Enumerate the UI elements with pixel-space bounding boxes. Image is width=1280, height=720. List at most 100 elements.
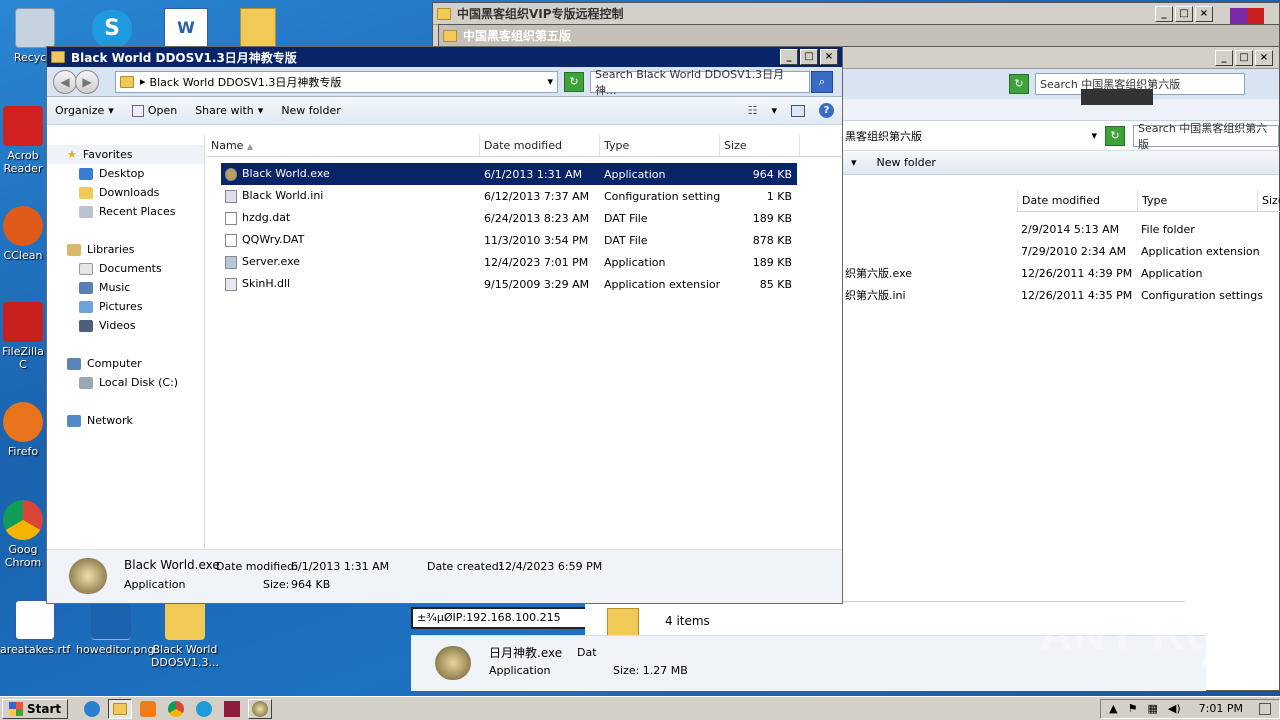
acrobat-icon [3, 106, 43, 146]
address-field[interactable]: ▸ Black World DDOSV1.3日月神教专版 ▾ [115, 70, 558, 93]
breadcrumb[interactable]: 黑客组织第六版 [845, 128, 922, 144]
search-input[interactable]: Search Black World DDOSV1.3日月神... ⌕ [590, 68, 833, 97]
network-icon[interactable]: ▦ [1148, 702, 1158, 715]
preview-pane-icon[interactable] [791, 104, 805, 117]
edge-icon[interactable] [192, 699, 216, 719]
search-input[interactable]: Search 中国黑客组织第六版 [1133, 122, 1279, 151]
show-desktop-icon[interactable] [1259, 702, 1271, 715]
music-icon [79, 281, 93, 294]
explorer-window: Black World DDOSV1.3日月神教专版 _ □ × ◀ ▶ ▸ B… [46, 46, 843, 604]
window-titlebar[interactable]: Black World DDOSV1.3日月神教专版 _ □ × [47, 47, 842, 67]
desktop-icon-howeditor[interactable]: howeditor.png [76, 600, 155, 656]
chevron-down-icon[interactable]: ▾ [1091, 129, 1097, 142]
chrome-icon[interactable] [164, 699, 188, 719]
nav-item-music[interactable]: Music [47, 278, 204, 297]
maximize-button[interactable]: □ [1235, 49, 1253, 66]
detail-modified-value: 6/1/2013 1:31 AM [291, 560, 390, 573]
new-folder-button[interactable]: New folder [281, 104, 340, 117]
column-header-date[interactable]: Date modified [480, 135, 600, 156]
window-titlebar[interactable]: 中国黑客组织第五版 [439, 25, 1279, 47]
nav-label: Music [99, 281, 131, 294]
refresh-icon[interactable]: ↻ [1009, 74, 1029, 94]
file-row-qqwry-dat[interactable]: QQWry.DAT 11/3/2010 3:54 PM DAT File 878… [221, 229, 797, 251]
winrar-icon[interactable] [220, 699, 244, 719]
minimize-button[interactable]: _ [1215, 49, 1233, 66]
nav-item-recent-places[interactable]: Recent Places [47, 202, 204, 221]
new-folder-button[interactable]: New folder [877, 156, 936, 169]
close-button[interactable]: × [1255, 49, 1273, 66]
close-button[interactable]: × [1195, 5, 1213, 22]
column-header-date[interactable]: Date modified [1017, 190, 1137, 211]
nav-item-network[interactable]: Network [47, 411, 204, 430]
nav-item-libraries[interactable]: Libraries [47, 240, 204, 259]
media-player-icon[interactable] [136, 699, 160, 719]
forward-button[interactable]: ▶ [75, 69, 99, 94]
nav-item-desktop[interactable]: Desktop [47, 164, 204, 183]
column-header-size[interactable]: Size [720, 135, 800, 156]
nav-item-pictures[interactable]: Pictures [47, 297, 204, 316]
organize-button[interactable]: Organize ▾ [55, 104, 114, 117]
column-header-name[interactable]: Name ▲ [207, 135, 480, 156]
file-row-black-world-exe[interactable]: Black World.exe 6/1/2013 1:31 AM Applica… [221, 163, 797, 185]
file-size: 964 KB [752, 167, 792, 181]
chevron-up-icon[interactable]: ▲ [1109, 702, 1117, 715]
maximize-button[interactable]: □ [800, 49, 818, 65]
file-row-server-exe[interactable]: Server.exe 12/4/2023 7:01 PM Application… [221, 251, 797, 273]
file-row-black-world-ini[interactable]: Black World.ini 6/12/2013 7:37 AM Config… [221, 185, 797, 207]
table-row[interactable]: 7/29/2010 2:34 AM Application extension [841, 240, 1280, 262]
desktop-icon-acrobat[interactable]: Acrob Reader [0, 106, 46, 175]
nav-item-documents[interactable]: Documents [47, 259, 204, 278]
minimize-button[interactable]: _ [780, 49, 798, 65]
column-header-type[interactable]: Type [1137, 190, 1257, 211]
file-size: 85 KB [759, 277, 792, 291]
image-file-icon [91, 600, 131, 640]
search-icon[interactable]: ⌕ [811, 70, 833, 93]
desktop-icon-chrome[interactable]: Goog Chrom [0, 500, 46, 569]
refresh-icon[interactable]: ↻ [564, 71, 584, 92]
desktop-icon-black-world[interactable]: Black World DDOSV1.3... [150, 600, 220, 669]
nav-item-favorites[interactable]: ★ Favorites [47, 145, 204, 164]
start-button[interactable]: Start [2, 698, 69, 719]
chevron-down-icon[interactable]: ▾ [547, 75, 553, 88]
close-button[interactable]: × [820, 49, 838, 65]
chevron-down-icon[interactable]: ▾ [771, 104, 777, 117]
column-header-size[interactable]: Size [1257, 190, 1280, 211]
file-row-hzdg-dat[interactable]: hzdg.dat 6/24/2013 8:23 AM DAT File 189 … [221, 207, 797, 229]
nav-item-computer[interactable]: Computer [47, 354, 204, 373]
table-row[interactable]: 织第六版.exe 12/26/2011 4:39 PM Application [841, 262, 1280, 284]
nav-item-videos[interactable]: Videos [47, 316, 204, 335]
details-pane: Black World.exe Date modified: 6/1/2013 … [47, 549, 842, 603]
maximize-button[interactable]: □ [1175, 5, 1193, 22]
desktop-icon-ccleaner[interactable]: CClean [0, 206, 46, 262]
help-icon[interactable]: ? [819, 103, 834, 118]
column-header-type[interactable]: Type [600, 135, 720, 156]
view-options-icon[interactable]: ☷ [748, 104, 758, 117]
nav-item-local-disk[interactable]: Local Disk (C:) [47, 373, 204, 392]
file-icon [225, 211, 237, 225]
window-titlebar[interactable]: 中国黑客组织VIP专版远程控制 _ □ × [433, 3, 1279, 25]
nav-label: Downloads [99, 186, 160, 199]
explorer-taskbar-icon[interactable] [108, 698, 133, 719]
table-row[interactable]: 2/9/2014 5:13 AM File folder [841, 218, 1280, 240]
file-row-skinh-dll[interactable]: SkinH.dll 9/15/2009 3:29 AM Application … [221, 273, 797, 295]
volume-icon[interactable]: ◀) [1168, 702, 1181, 715]
skype-icon[interactable]: S [92, 10, 132, 48]
nav-item-downloads[interactable]: Downloads [47, 183, 204, 202]
refresh-icon[interactable]: ↻ [1105, 125, 1125, 146]
detail-created-label: Date created: [427, 560, 503, 573]
word-icon[interactable]: W [164, 8, 208, 48]
archive-icon[interactable] [240, 8, 276, 48]
action-center-icon[interactable]: ⚑ [1128, 702, 1138, 715]
table-row[interactable]: 织第六版.ini 12/26/2011 4:35 PM Configuration … [841, 284, 1280, 306]
minimize-button[interactable]: _ [1155, 5, 1173, 22]
chevron-down-icon[interactable]: ▾ [851, 156, 857, 169]
share-with-button[interactable]: Share with ▾ [195, 104, 263, 117]
desktop-icon-areatakes[interactable]: areatakes.rtf [0, 600, 70, 656]
desktop-icon-firefox[interactable]: Firefo [0, 402, 46, 458]
desktop-icon-filezilla[interactable]: FileZilla C [0, 302, 46, 371]
ie-icon[interactable] [80, 699, 104, 719]
open-button[interactable]: Open [131, 104, 177, 117]
back-button[interactable]: ◀ [53, 69, 77, 94]
black-world-app-icon[interactable] [248, 698, 273, 719]
clock[interactable]: 7:01 PM [1199, 702, 1243, 715]
